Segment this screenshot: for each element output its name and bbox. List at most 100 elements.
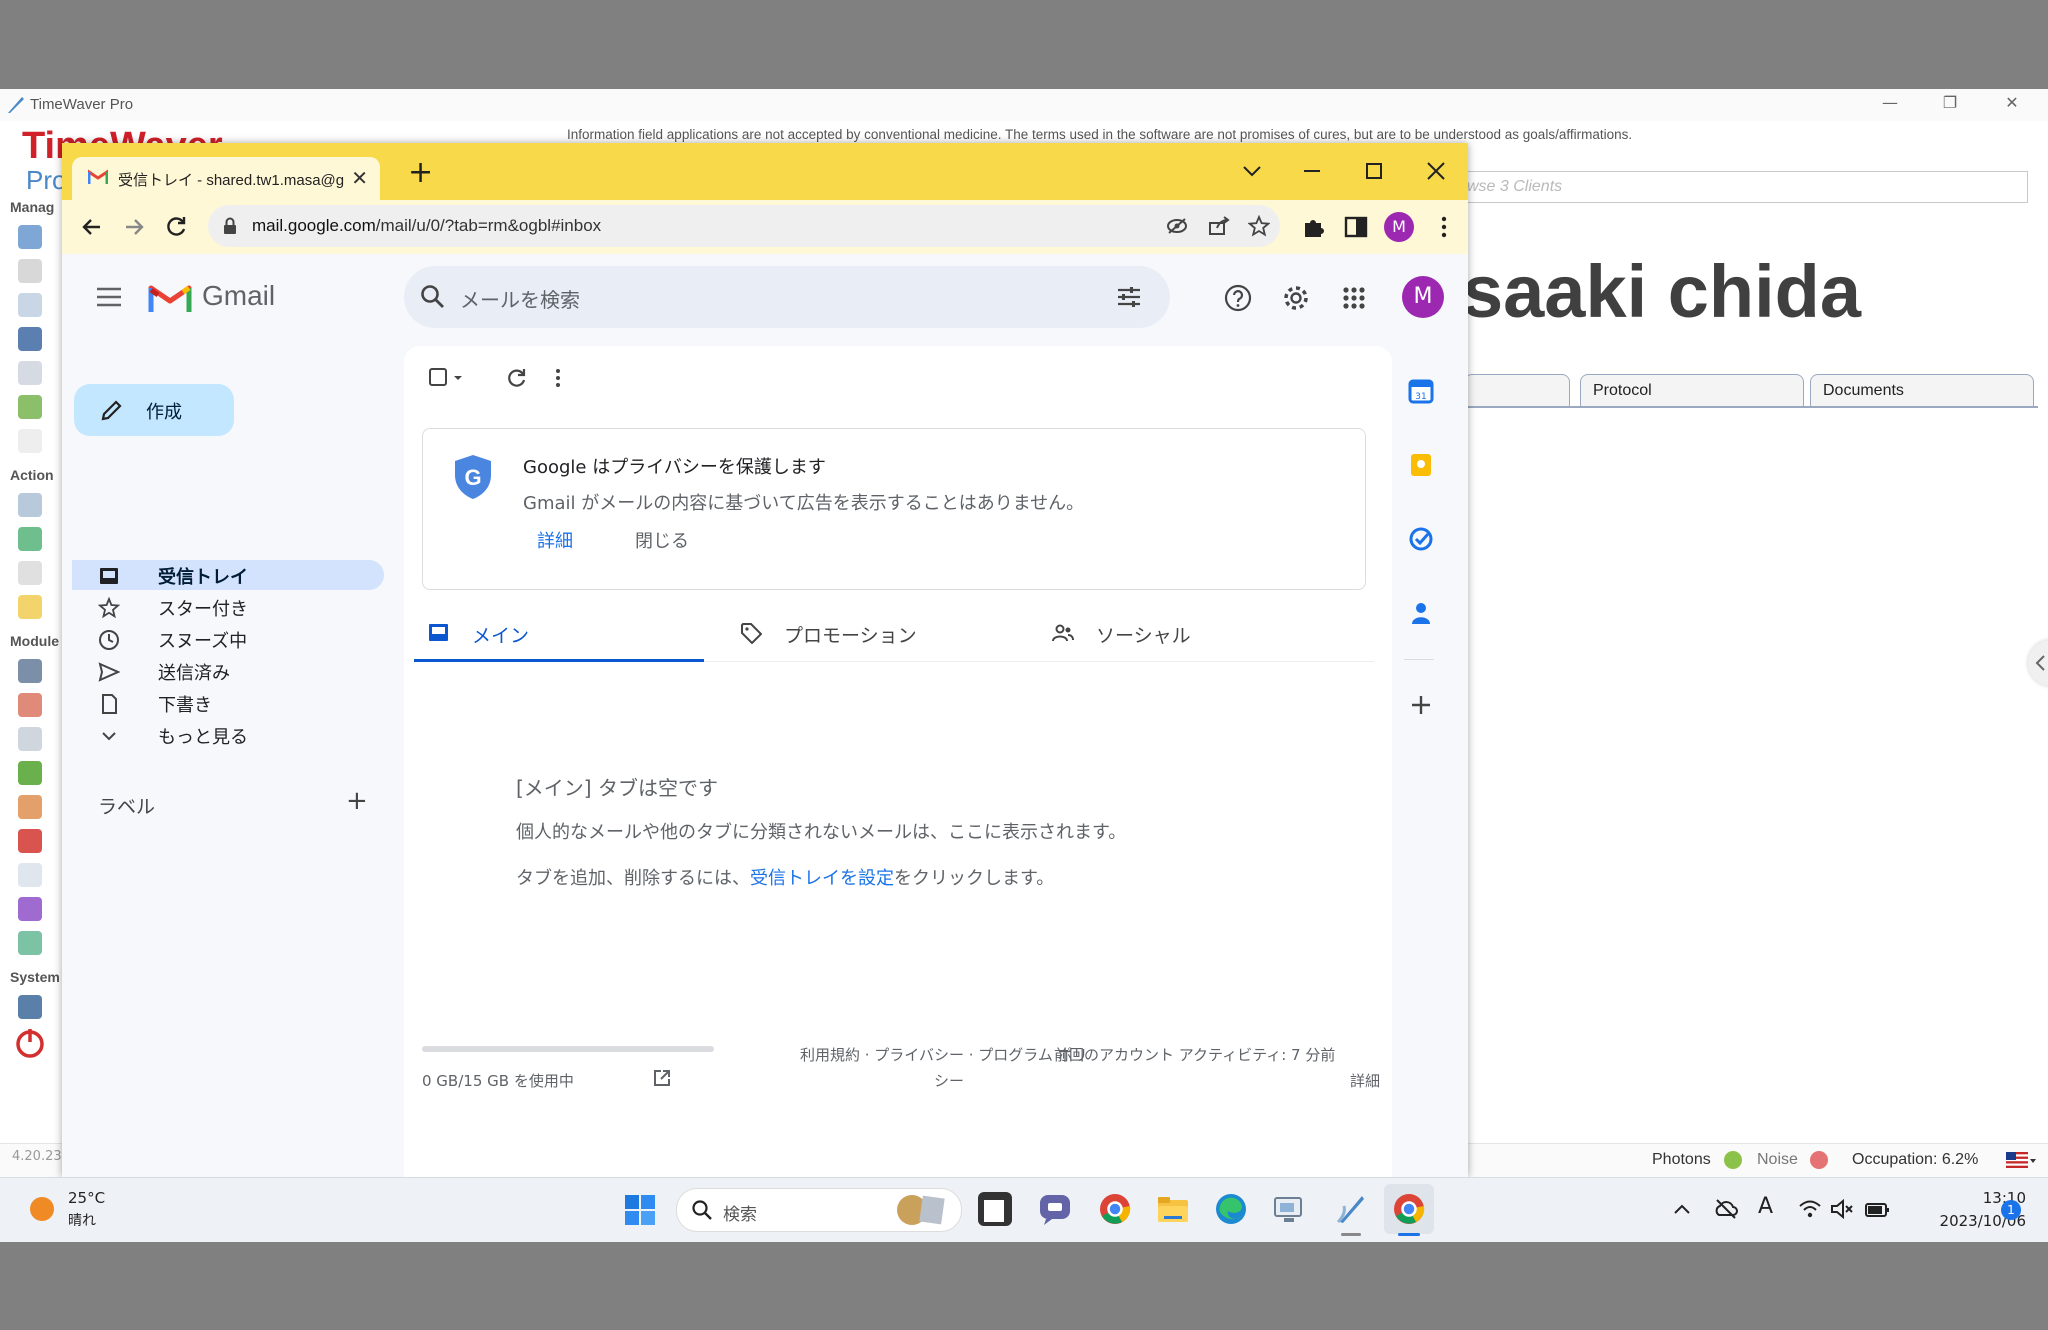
side-panel-icon[interactable] — [1342, 213, 1370, 241]
calendar-icon[interactable]: 31 — [1408, 378, 1434, 404]
sunny-weather-icon[interactable] — [28, 1195, 56, 1223]
timewaver-folder-icon[interactable] — [18, 293, 42, 317]
keep-icon[interactable] — [1408, 452, 1434, 478]
chrome-tab-search-icon[interactable] — [1234, 153, 1270, 189]
chrome-tab-close-icon[interactable]: ✕ — [351, 166, 368, 190]
timewaver-client-search[interactable]: wse 3 Clients — [1440, 171, 2028, 203]
teams-chat-icon[interactable] — [1038, 1192, 1072, 1226]
timewaver-close-button[interactable]: ✕ — [1992, 93, 2032, 117]
nav-item-more[interactable]: もっと見る — [72, 720, 392, 750]
bookmark-star-icon[interactable] — [1248, 215, 1270, 237]
gmail-account-avatar[interactable]: M — [1402, 276, 1444, 318]
account-activity-details-link[interactable]: 詳細 — [1350, 1070, 1380, 1091]
timewaver-page-icon[interactable] — [18, 429, 42, 453]
file-explorer-icon[interactable] — [1156, 1192, 1190, 1226]
chrome-active-taskbar-icon[interactable] — [1392, 1192, 1426, 1226]
notification-badge[interactable]: 1 — [2001, 1200, 2021, 1220]
timewaver-tab-documents[interactable]: Documents — [1810, 374, 2034, 407]
share-icon[interactable] — [1208, 216, 1230, 236]
onedrive-offline-icon[interactable] — [1714, 1198, 1738, 1220]
timewaver-globe-icon[interactable] — [18, 225, 42, 249]
timewaver-ear-icon[interactable] — [18, 693, 42, 717]
timewaver-calendar-icon[interactable] — [18, 395, 42, 419]
edge-browser-icon[interactable] — [1214, 1192, 1248, 1226]
windows-start-icon[interactable] — [624, 1194, 656, 1226]
chrome-menu-icon[interactable] — [1430, 213, 1458, 241]
chrome-maximize-icon[interactable] — [1356, 153, 1392, 189]
google-apps-icon[interactable] — [1342, 286, 1366, 310]
tasks-icon[interactable] — [1408, 526, 1434, 552]
chevron-up-icon[interactable] — [1672, 1200, 1692, 1220]
footer-policy-links-wrap[interactable]: シー — [934, 1070, 964, 1091]
chrome-close-icon[interactable] — [1418, 153, 1454, 189]
nav-item-inbox[interactable]: 受信トレイ — [72, 560, 384, 590]
timewaver-music-icon[interactable] — [18, 761, 42, 785]
nav-item-sent[interactable]: 送信済み — [72, 656, 392, 686]
add-addon-icon[interactable] — [1408, 692, 1434, 718]
remote-desktop-icon[interactable] — [1272, 1192, 1306, 1226]
eye-slash-icon[interactable] — [1166, 216, 1188, 236]
more-vert-icon[interactable] — [548, 366, 568, 390]
chrome-new-tab-button[interactable]: + — [408, 155, 433, 190]
timewaver-magnifier-icon[interactable] — [18, 493, 42, 517]
privacy-details-link[interactable]: 詳細 — [537, 527, 573, 553]
wifi-icon[interactable] — [1798, 1198, 1822, 1220]
nav-item-snoozed[interactable]: スヌーズ中 — [72, 624, 392, 654]
select-all-checkbox[interactable] — [428, 366, 468, 390]
timewaver-wrench-icon[interactable] — [18, 995, 42, 1019]
timewaver-lamp-icon[interactable] — [18, 727, 42, 751]
timewaver-timer-icon[interactable] — [18, 863, 42, 887]
settings-gear-icon[interactable] — [1282, 284, 1310, 312]
search-icon[interactable] — [420, 284, 446, 310]
timewaver-bulb-icon[interactable] — [18, 595, 42, 619]
timewaver-organ-icon[interactable] — [18, 829, 42, 853]
contacts-icon[interactable] — [1408, 600, 1434, 626]
inbox-settings-link[interactable]: 受信トレイを設定 — [750, 868, 894, 889]
weather-condition[interactable]: 晴れ — [68, 1210, 96, 1230]
timewaver-power-icon[interactable] — [14, 1027, 46, 1059]
extensions-puzzle-icon[interactable] — [1300, 213, 1328, 241]
main-menu-icon[interactable] — [96, 286, 122, 308]
timewaver-restore-button[interactable]: ❐ — [1930, 93, 1970, 117]
timewaver-database-icon[interactable] — [18, 327, 42, 351]
back-arrow-icon[interactable] — [78, 213, 106, 241]
tab-primary[interactable]: メイン — [414, 608, 704, 658]
lock-icon[interactable] — [222, 217, 238, 235]
forward-arrow-icon[interactable] — [120, 213, 148, 241]
privacy-close-button[interactable]: 閉じる — [635, 527, 689, 553]
timewaver-tab-blank[interactable] — [1464, 374, 1570, 407]
mail-search-input[interactable]: メールを検索 — [404, 266, 1170, 328]
timewaver-form-icon[interactable] — [18, 361, 42, 385]
timewaver-wave-icon[interactable] — [18, 527, 42, 551]
compose-button[interactable]: 作成 — [74, 384, 234, 436]
battery-charging-icon[interactable] — [1864, 1198, 1890, 1220]
tab-social[interactable]: ソーシャル — [1038, 608, 1328, 658]
nav-item-starred[interactable]: スター付き — [72, 592, 392, 622]
timewaver-spiral-icon[interactable] — [18, 931, 42, 955]
chrome-taskbar-icon[interactable] — [1098, 1192, 1132, 1226]
timewaver-device-icon[interactable] — [18, 659, 42, 683]
footer-policy-links[interactable]: 利用規約 · プライバシー · プログラム ポリ — [800, 1044, 1088, 1065]
gmail-logo-icon[interactable] — [148, 282, 192, 314]
taskbar-search-box[interactable]: 検索 — [676, 1188, 962, 1232]
timewaver-book-icon[interactable] — [18, 259, 42, 283]
reload-icon[interactable] — [162, 213, 190, 241]
help-icon[interactable] — [1224, 284, 1252, 312]
weather-temperature[interactable]: 25°C — [68, 1189, 105, 1207]
timewaver-list-icon[interactable] — [18, 561, 42, 585]
timewaver-chart-icon[interactable] — [18, 897, 42, 921]
timewaver-tab-protocol[interactable]: Protocol — [1580, 374, 1804, 407]
address-bar[interactable]: mail.google.com/mail/u/0/?tab=rm&ogbl#in… — [208, 205, 1280, 247]
open-in-new-icon[interactable] — [652, 1068, 672, 1088]
chrome-minimize-icon[interactable] — [1294, 153, 1330, 189]
timewaver-minimize-button[interactable]: — — [1870, 93, 1910, 117]
ime-indicator-icon[interactable]: A — [1758, 1194, 1773, 1219]
add-label-button[interactable]: + — [346, 786, 368, 816]
volume-muted-icon[interactable] — [1830, 1198, 1854, 1220]
task-view-icon[interactable] — [978, 1192, 1012, 1226]
timewaver-taskbar-icon[interactable] — [1334, 1192, 1368, 1226]
us-flag-icon[interactable] — [2006, 1152, 2036, 1170]
search-options-icon[interactable] — [1116, 284, 1142, 310]
tab-promotions[interactable]: プロモーション — [726, 608, 1016, 658]
chrome-profile-avatar[interactable]: M — [1384, 212, 1414, 242]
